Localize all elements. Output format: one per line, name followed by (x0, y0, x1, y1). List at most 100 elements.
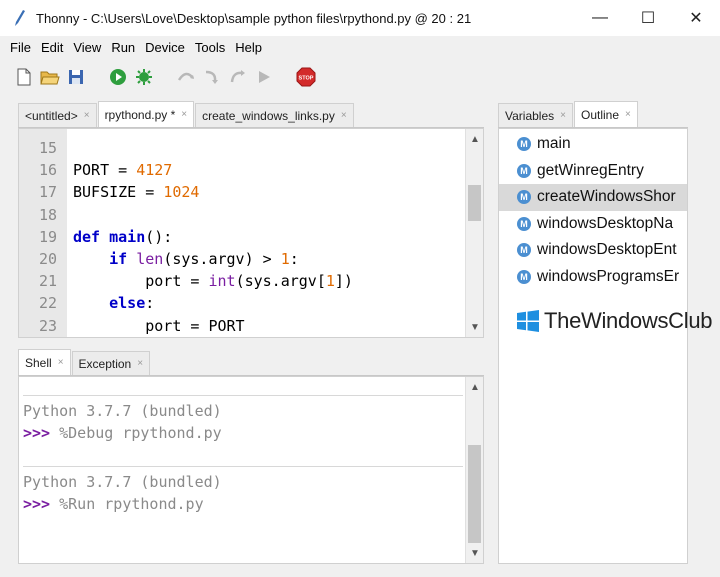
shell-output[interactable]: Python 3.7.7 (bundled) >>> %Debug rpytho… (19, 377, 465, 563)
close-button[interactable]: ✕ (672, 0, 720, 36)
outline-item-getwinregentry[interactable]: M getWinregEntry (499, 158, 687, 185)
code-line[interactable]: BUFSIZE = 1024 (73, 181, 465, 203)
outline-item-windowsdesktopname[interactable]: M windowsDesktopNa (499, 211, 687, 238)
toolbar: STOP (0, 60, 720, 94)
tab-rpythond[interactable]: rpythond.py * × (97, 101, 195, 127)
tab-shell[interactable]: Shell × (18, 349, 71, 375)
code-text: ]) (334, 272, 353, 291)
thewindowsclub-watermark: TheWindowsClub (516, 308, 713, 334)
close-tab-icon[interactable]: × (58, 357, 64, 368)
tab-exception[interactable]: Exception × (71, 351, 151, 375)
scroll-up-icon[interactable]: ▲ (466, 379, 484, 395)
outline-item-label: getWinregEntry (537, 161, 644, 179)
tab-outline[interactable]: Outline × (573, 101, 638, 127)
code-line[interactable]: port = PORT (73, 315, 465, 337)
method-icon: M (517, 163, 531, 178)
code-editor[interactable]: 15 16 17 18 19 20 21 22 23 PORT = 4127 B… (18, 128, 484, 338)
code-line[interactable]: PORT = 4127 (73, 159, 465, 181)
menu-view[interactable]: View (68, 40, 106, 55)
scrollbar-thumb[interactable] (468, 185, 481, 221)
stop-label: STOP (299, 76, 314, 82)
shell-divider (23, 395, 463, 396)
outline-item-label: main (537, 135, 571, 153)
menu-run[interactable]: Run (106, 40, 140, 55)
line-number: 20 (38, 249, 57, 268)
shell-scrollbar[interactable]: ▲ ▼ (465, 377, 483, 563)
tab-variables[interactable]: Variables × (498, 103, 573, 127)
step-over-icon[interactable] (176, 67, 196, 87)
editor-scrollbar[interactable]: ▲ ▼ (465, 129, 483, 337)
code-text: (sys.argv) > (163, 249, 281, 268)
step-into-icon[interactable] (202, 67, 222, 87)
code-text: BUFSIZE = (73, 183, 164, 202)
step-out-icon[interactable] (228, 67, 248, 87)
scroll-down-icon[interactable]: ▼ (466, 319, 484, 335)
code-builtin: int (208, 272, 236, 291)
save-icon[interactable] (66, 67, 86, 87)
method-icon: M (517, 190, 531, 205)
code-text: : (289, 249, 299, 268)
code-line[interactable]: if len(sys.argv) > 1: (73, 248, 465, 270)
menu-device[interactable]: Device (140, 40, 190, 55)
resume-icon[interactable] (254, 67, 274, 87)
outline-item-main[interactable]: M main (499, 131, 687, 158)
menu-file[interactable]: File (0, 40, 36, 55)
menu-edit[interactable]: Edit (36, 40, 68, 55)
code-number: 1 (325, 272, 335, 291)
stop-icon[interactable]: STOP (296, 67, 316, 87)
outline-item-createwindowsshortcut[interactable]: M createWindowsShor (499, 184, 687, 211)
code-line[interactable] (73, 204, 465, 226)
close-tab-icon[interactable]: × (625, 109, 631, 120)
close-tab-icon[interactable]: × (341, 110, 347, 121)
close-tab-icon[interactable]: × (181, 109, 187, 120)
shell-prompt: >>> (23, 495, 51, 513)
code-text: (sys.argv[ (235, 272, 326, 291)
code-builtin: len (136, 249, 164, 268)
method-icon: M (517, 137, 531, 152)
new-file-icon[interactable] (14, 67, 34, 87)
tab-label: <untitled> (25, 108, 78, 123)
menu-tools[interactable]: Tools (190, 40, 230, 55)
method-icon: M (517, 269, 531, 284)
minimize-button[interactable]: — (576, 0, 624, 36)
shell-tab-bar: Shell × Exception × (18, 349, 484, 376)
code-line[interactable]: port = int(sys.argv[1]) (73, 270, 465, 292)
debug-icon[interactable] (134, 67, 154, 87)
line-number: 21 (38, 272, 57, 291)
shell-command-line: >>> %Run rpythond.py (23, 493, 465, 515)
title-bar: Thonny - C:\Users\Love\Desktop\sample py… (0, 0, 720, 36)
open-file-icon[interactable] (40, 67, 60, 87)
tab-untitled[interactable]: <untitled> × (18, 103, 97, 127)
shell-panel[interactable]: Python 3.7.7 (bundled) >>> %Debug rpytho… (18, 376, 484, 564)
run-icon[interactable] (108, 67, 128, 87)
code-line[interactable] (73, 137, 465, 159)
outline-item-windowsdesktopentry[interactable]: M windowsDesktopEnt (499, 237, 687, 264)
outline-item-windowsprogramsentry[interactable]: M windowsProgramsEr (499, 264, 687, 291)
code-text: port = (73, 272, 209, 291)
code-text: (): (145, 227, 173, 246)
method-icon: M (517, 216, 531, 231)
menu-help[interactable]: Help (230, 40, 267, 55)
tab-label: Exception (78, 356, 132, 371)
line-number: 17 (38, 183, 57, 202)
scroll-down-icon[interactable]: ▼ (466, 545, 484, 561)
tab-create-windows-links[interactable]: create_windows_links.py × (195, 103, 354, 127)
code-area[interactable]: PORT = 4127 BUFSIZE = 1024 def main(): i… (67, 129, 465, 337)
line-number-gutter: 15 16 17 18 19 20 21 22 23 (19, 129, 67, 337)
close-tab-icon[interactable]: × (137, 358, 143, 369)
scrollbar-thumb[interactable] (468, 445, 481, 543)
code-number: 4127 (136, 161, 173, 180)
code-keyword: if (109, 249, 128, 268)
code-line[interactable]: else: (73, 292, 465, 314)
scroll-up-icon[interactable]: ▲ (466, 131, 484, 147)
close-tab-icon[interactable]: × (84, 110, 90, 121)
code-function-name: main (100, 227, 146, 246)
outline-item-label: windowsDesktopNa (537, 214, 674, 232)
close-tab-icon[interactable]: × (560, 110, 566, 121)
code-line[interactable]: def main(): (73, 226, 465, 248)
shell-banner: Python 3.7.7 (bundled) (23, 473, 222, 491)
maximize-button[interactable]: ☐ (624, 0, 672, 36)
line-number: 19 (38, 227, 57, 246)
line-number: 23 (38, 316, 57, 335)
